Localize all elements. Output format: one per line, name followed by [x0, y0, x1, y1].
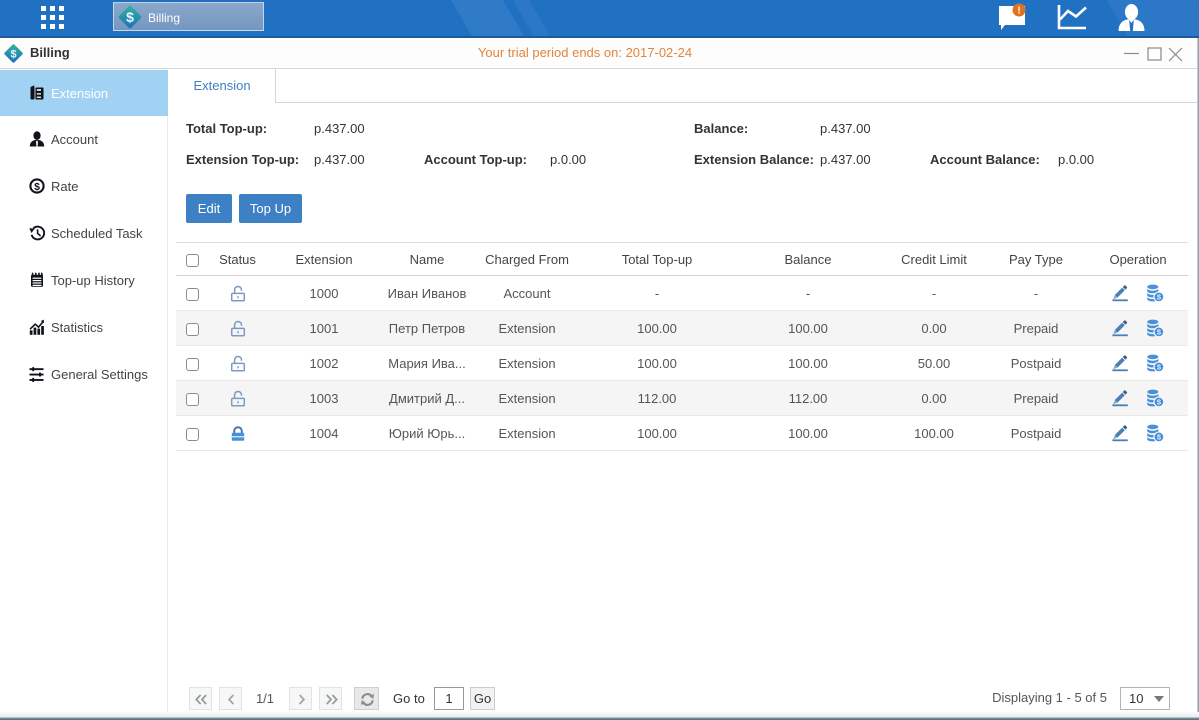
- svg-text:!: !: [1017, 6, 1020, 17]
- svg-text:$: $: [126, 9, 134, 25]
- svg-text:$: $: [34, 181, 40, 193]
